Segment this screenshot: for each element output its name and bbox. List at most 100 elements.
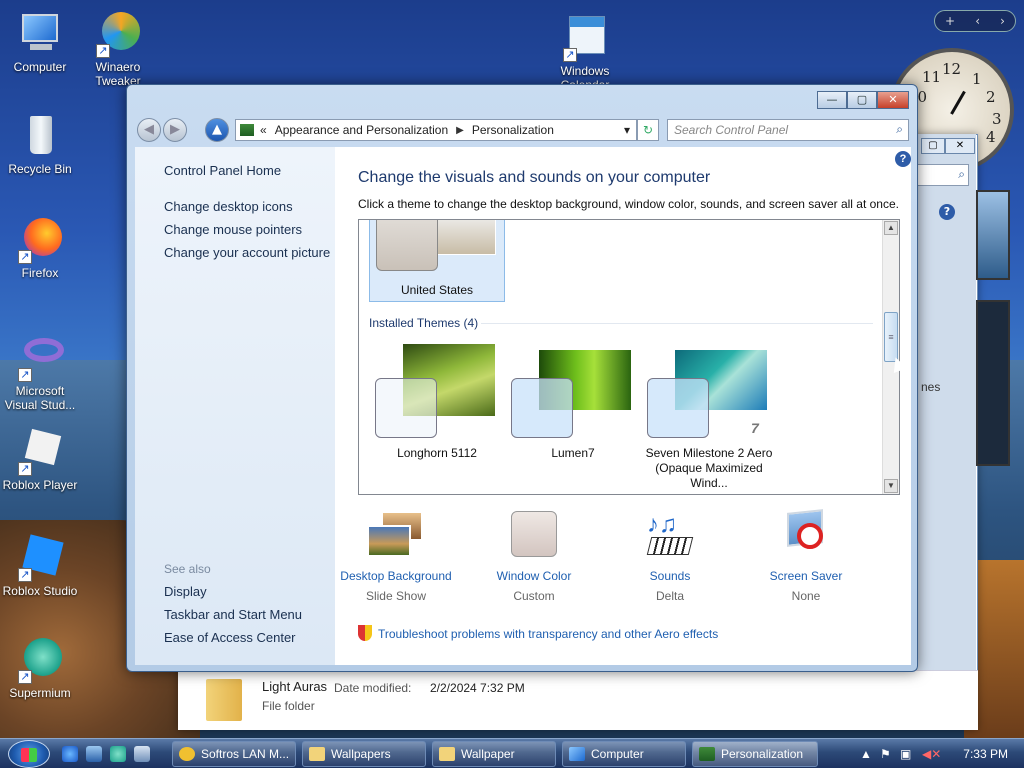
search-input[interactable]: ⌕ [917, 164, 969, 186]
color-swatch-icon [505, 511, 563, 561]
control-panel-icon [240, 124, 254, 136]
switch-windows-icon[interactable] [134, 746, 150, 762]
desktop-icon-roblox-studio[interactable]: ↗ Roblox Studio [0, 534, 80, 598]
show-hidden-icons-icon[interactable]: ▲ [860, 747, 872, 761]
theme-window-preview [375, 378, 437, 438]
control-panel-home-link[interactable]: Control Panel Home [164, 163, 281, 178]
address-dropdown-icon[interactable]: ▾ [624, 123, 630, 137]
maximize-icon[interactable]: ▢ [921, 138, 945, 154]
taskbar-button-computer[interactable]: Computer [562, 741, 686, 767]
taskbar-start-menu-link[interactable]: Taskbar and Start Menu [164, 607, 302, 622]
address-bar[interactable]: « Appearance and Personalization ▶ Perso… [235, 119, 637, 141]
minimize-button[interactable]: — [817, 91, 847, 109]
desktop-icon-computer[interactable]: Computer [0, 10, 80, 74]
network-icon[interactable]: ▣ [900, 747, 911, 761]
setting-title[interactable]: Screen Saver [746, 569, 866, 583]
close-icon[interactable]: ✕ [945, 138, 975, 154]
theme-item-united-states[interactable]: United States [369, 220, 505, 302]
desktop-background-setting[interactable]: Desktop Background Slide Show [336, 511, 456, 603]
sounds-setting[interactable]: ♪♫ Sounds Delta [610, 511, 730, 603]
help-icon[interactable]: ? [939, 204, 955, 220]
change-desktop-icons-link[interactable]: Change desktop icons [164, 199, 293, 214]
shield-icon [358, 625, 372, 641]
no-symbol-icon [797, 523, 823, 549]
taskbar-button-softros[interactable]: Softros LAN M... [172, 741, 296, 767]
setting-title[interactable]: Desktop Background [336, 569, 456, 583]
display-link[interactable]: Display [164, 584, 207, 599]
shortcut-arrow-icon: ↗ [96, 44, 110, 58]
internet-explorer-icon[interactable] [62, 746, 78, 762]
theme-label: United States [400, 283, 474, 297]
clock-time[interactable]: 7:33 PM [963, 747, 1008, 761]
troubleshoot-label: Troubleshoot problems with transparency … [378, 627, 719, 641]
desktop-icon-supermium[interactable]: ↗ Supermium [0, 636, 80, 700]
windows7-logo-icon: 7 [751, 420, 759, 436]
gadget-slideshow[interactable] [976, 190, 1010, 280]
theme-item-longhorn[interactable]: Longhorn 5112 [369, 342, 505, 492]
section-divider [481, 323, 873, 324]
volume-muted-icon[interactable]: ◀✕ [922, 747, 941, 761]
search-placeholder: Search Control Panel [674, 123, 789, 137]
breadcrumb-personalization[interactable]: Personalization [472, 123, 554, 137]
theme-item-seven-milestone[interactable]: 7 Seven Milestone 2 Aero (Opaque Maximiz… [641, 342, 777, 492]
screen-saver-setting[interactable]: Screen Saver None [746, 509, 866, 603]
help-icon[interactable]: ? [895, 151, 911, 167]
desktop-icon-label: Computer [13, 60, 67, 74]
next-gadget-icon[interactable]: › [1000, 14, 1005, 28]
theme-list[interactable]: United States Installed Themes (4) Longh… [358, 219, 900, 495]
troubleshoot-link[interactable]: Troubleshoot problems with transparency … [358, 625, 718, 641]
breadcrumb-appearance[interactable]: Appearance and Personalization [275, 123, 448, 137]
scroll-down-icon[interactable]: ▼ [884, 479, 898, 493]
action-center-flag-icon[interactable]: ⚑ [880, 747, 891, 761]
taskbar-button-personalization[interactable]: Personalization [692, 741, 818, 767]
desktop-icon-label: Firefox [21, 266, 59, 280]
search-input[interactable]: Search Control Panel ⌕ [667, 119, 909, 141]
window-color-setting[interactable]: Window Color Custom [474, 511, 594, 603]
change-account-picture-link[interactable]: Change your account picture [164, 245, 330, 260]
show-desktop-icon[interactable] [86, 746, 102, 762]
forward-button[interactable]: ▶ [163, 118, 187, 142]
scroll-up-icon[interactable]: ▲ [884, 221, 898, 235]
screen-saver-icon [777, 509, 835, 561]
change-mouse-pointers-link[interactable]: Change mouse pointers [164, 222, 302, 237]
desktop-icon-windows-calendar[interactable]: ↗ Windows Calendar [545, 14, 625, 92]
control-panel-icon [699, 747, 715, 761]
picture-stack-icon [367, 511, 425, 561]
gadget-panel[interactable] [976, 300, 1010, 466]
taskbar-button-wallpaper[interactable]: Wallpaper [432, 741, 556, 767]
up-button[interactable]: ▲ [205, 118, 229, 142]
folder-icon [439, 747, 455, 761]
search-icon[interactable]: ⌕ [896, 122, 903, 137]
close-button[interactable]: ✕ [877, 91, 909, 109]
desktop-icon-winaero[interactable]: ↗ Winaero Tweaker [78, 10, 158, 88]
setting-title[interactable]: Sounds [610, 569, 730, 583]
personalization-window[interactable]: — ▢ ✕ ◀ ▶ ▲ « Appearance and Personaliza… [126, 84, 918, 672]
breadcrumb-overflow[interactable]: « [260, 123, 267, 137]
taskbar-button-label: Softros LAN M... [201, 747, 290, 761]
desktop-icon-roblox-player[interactable]: ↗ Roblox Player [0, 428, 80, 492]
back-button[interactable]: ◀ [137, 118, 161, 142]
add-gadget-icon[interactable]: + [945, 14, 955, 28]
desktop-icon-recycle-bin[interactable]: Recycle Bin [0, 112, 80, 176]
prev-gadget-icon[interactable]: ‹ [975, 14, 980, 28]
breadcrumb-chevron-icon[interactable]: ▶ [456, 125, 464, 136]
theme-label: Seven Milestone 2 Aero (Opaque Maximized… [645, 446, 773, 490]
gadget-toolbar[interactable]: + ‹ › [934, 10, 1016, 32]
setting-title[interactable]: Window Color [474, 569, 594, 583]
clock-number: 1 [972, 70, 982, 88]
background-window-edge: ▢ ✕ ⌕ ? nes [916, 134, 976, 670]
clock-number: 12 [942, 60, 962, 78]
file-list-item[interactable]: Light Auras Date modified: 2/2/2024 7:32… [178, 670, 978, 730]
theme-item-lumen7[interactable]: Lumen7 [505, 342, 641, 492]
maximize-button[interactable]: ▢ [847, 91, 877, 109]
desktop-icon-firefox[interactable]: ↗ Firefox [0, 216, 80, 280]
computer-icon [569, 747, 585, 761]
desktop-icon-visual-studio[interactable]: ↗ Microsoft Visual Stud... [0, 334, 80, 412]
shortcut-arrow-icon: ↗ [563, 48, 577, 62]
taskbar-button-wallpapers[interactable]: Wallpapers [302, 741, 426, 767]
scroll-thumb[interactable]: ≡ [884, 312, 898, 362]
supermium-taskbar-icon[interactable] [110, 746, 126, 762]
start-button[interactable] [8, 740, 50, 768]
refresh-button[interactable]: ↻ [637, 119, 659, 141]
ease-of-access-link[interactable]: Ease of Access Center [164, 630, 296, 645]
